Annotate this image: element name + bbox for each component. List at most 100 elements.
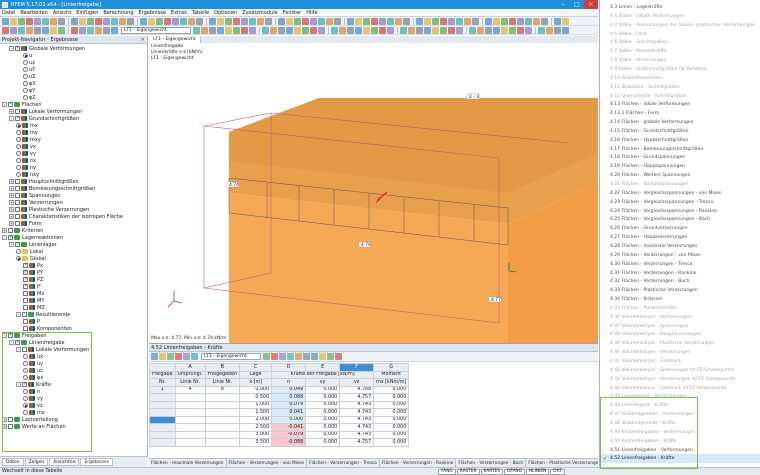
toolbar-button[interactable] (347, 17, 354, 25)
toolbar-button[interactable] (103, 17, 110, 25)
tree-checkbox[interactable] (15, 193, 20, 198)
table-row[interactable]: 1 4 8 0.000 0.049 0.000 4.768 0.000 (149, 385, 410, 394)
toolbar-button[interactable] (18, 17, 25, 25)
toolbar-button[interactable] (318, 17, 325, 25)
tree-node[interactable]: + Plastische Verzerrungen (9, 206, 89, 213)
table-cell[interactable]: 1.500 (239, 408, 273, 417)
table-cell[interactable] (174, 400, 206, 409)
status-toggle-button[interactable]: HLINIEN (525, 468, 550, 475)
table-list-item[interactable]: 4.13.1 Flächen - Form (600, 109, 760, 118)
toolbar-button[interactable] (95, 26, 102, 34)
toolbar-button[interactable] (286, 26, 293, 34)
tree-checkbox[interactable] (8, 332, 13, 338)
table-cell[interactable]: 8 (204, 385, 241, 394)
table-row[interactable]: 3.500 -0.088 0.000 4.757 0.000 (149, 438, 410, 447)
toolbar-button[interactable] (517, 17, 524, 25)
toolbar-button[interactable] (448, 26, 455, 34)
row-number[interactable] (149, 423, 176, 432)
tree-node[interactable]: + Hauptschnittgrößen (9, 178, 79, 185)
toolbar-button[interactable] (278, 26, 285, 34)
table-tool-button[interactable] (175, 353, 182, 360)
tree-checkbox[interactable] (15, 207, 20, 212)
menu-item[interactable]: Tabelle (192, 10, 209, 16)
tree-radio[interactable] (16, 158, 21, 163)
table-cell[interactable]: 0.000 (305, 415, 341, 424)
tree-radio[interactable] (16, 249, 21, 254)
toolbar-button[interactable] (485, 17, 492, 25)
toolbar-button[interactable] (257, 17, 264, 25)
table-cell[interactable]: 2.500 (239, 423, 273, 432)
tree-node[interactable]: P (23, 318, 40, 325)
toolbar-button[interactable] (363, 26, 370, 34)
tree-node[interactable]: ux (23, 59, 35, 66)
tree-node[interactable]: φx (23, 374, 43, 381)
toolbar-button[interactable] (87, 26, 94, 34)
table-tool-button[interactable] (159, 353, 166, 360)
expand-icon[interactable]: + (9, 214, 14, 219)
toolbar-button[interactable] (2, 26, 9, 34)
toolbar-button[interactable] (180, 17, 187, 25)
tree-checkbox[interactable] (15, 45, 20, 51)
close-button[interactable]: × (584, 0, 598, 9)
table-row[interactable]: 0.500 0.088 0.000 4.757 0.000 (149, 393, 410, 402)
tree-checkbox[interactable] (15, 339, 20, 345)
toolbar-button[interactable] (331, 26, 338, 34)
status-toggle-button[interactable]: FANG (438, 468, 456, 475)
table-cell[interactable]: 0.049 (271, 385, 307, 394)
expand-icon[interactable]: - (16, 347, 21, 352)
toolbar-button[interactable] (196, 17, 203, 25)
tree-checkbox[interactable] (15, 115, 20, 121)
toolbar-button[interactable] (50, 26, 57, 34)
toolbar-button[interactable] (387, 17, 394, 25)
table-list-item[interactable]: 4.24 Flächen - Vergleichsspannungen - Ra… (600, 207, 760, 216)
table-cell[interactable] (174, 438, 206, 447)
toolbar-button[interactable] (363, 17, 370, 25)
tree-node[interactable]: + Lokale Verformungen (9, 108, 82, 115)
toolbar-button[interactable] (241, 17, 248, 25)
table-list-item[interactable]: 4.17 Flächen - Bemessungsschnittgrößen (600, 145, 760, 154)
row-number[interactable] (149, 415, 176, 424)
table-tab[interactable]: Flächen - Plastische Verzerrungen (526, 459, 598, 467)
table-list-item[interactable]: 4.15 Flächen - Grundschnittgrößen (600, 127, 760, 136)
maximize-button[interactable]: □ (570, 0, 584, 9)
tree-checkbox[interactable] (23, 269, 28, 275)
table-cell[interactable]: -0.079 (271, 430, 307, 439)
status-toggle-button[interactable]: RASTER (456, 468, 480, 475)
tree-node[interactable]: - Lokale Verformungen (16, 346, 89, 353)
tree-node[interactable]: mxy (16, 136, 41, 143)
tree-radio[interactable] (23, 95, 28, 100)
tree-radio[interactable] (23, 368, 28, 373)
table-cell[interactable]: 4.757 (339, 393, 375, 402)
toolbar-button[interactable] (464, 17, 471, 25)
toolbar-button[interactable] (50, 17, 57, 25)
tree-radio[interactable] (23, 354, 28, 359)
tree-checkbox[interactable] (8, 234, 13, 240)
column-letter[interactable]: D (271, 363, 307, 372)
table-list-item[interactable]: 4.51 Linienfreigaben - Verformungen (600, 446, 760, 455)
tree-node[interactable]: φZ (23, 94, 36, 101)
table-cell[interactable]: 4.743 (339, 415, 375, 424)
table-tool-button[interactable] (295, 353, 302, 360)
toolbar-button[interactable] (416, 17, 423, 25)
status-toggle-button[interactable]: KARTES (480, 468, 503, 475)
toolbar-button[interactable] (188, 17, 195, 25)
tree-node[interactable]: Lokal (16, 248, 43, 255)
toolbar-button[interactable] (326, 17, 333, 25)
toolbar-button[interactable] (432, 26, 439, 34)
toolbar-button[interactable] (432, 17, 439, 25)
navigator-tab[interactable]: Zeigen (24, 458, 49, 466)
tree-radio[interactable] (16, 151, 21, 156)
toolbar-button[interactable] (554, 17, 561, 25)
table-cell[interactable]: 0.000 (271, 415, 307, 424)
tree-radio[interactable] (16, 172, 21, 177)
toolbar-button[interactable] (34, 17, 41, 25)
expand-icon[interactable]: - (9, 46, 14, 51)
tree-radio[interactable] (23, 53, 28, 58)
toolbar-button[interactable] (472, 17, 479, 25)
toolbar-button[interactable] (111, 17, 118, 25)
tree-node[interactable]: vy (23, 395, 43, 402)
table-cell[interactable]: 0.000 (373, 400, 410, 409)
expand-icon[interactable]: + (9, 200, 14, 205)
tree-node[interactable]: - Grundschnittgrößen (9, 115, 79, 122)
tree-radio[interactable] (23, 403, 28, 408)
